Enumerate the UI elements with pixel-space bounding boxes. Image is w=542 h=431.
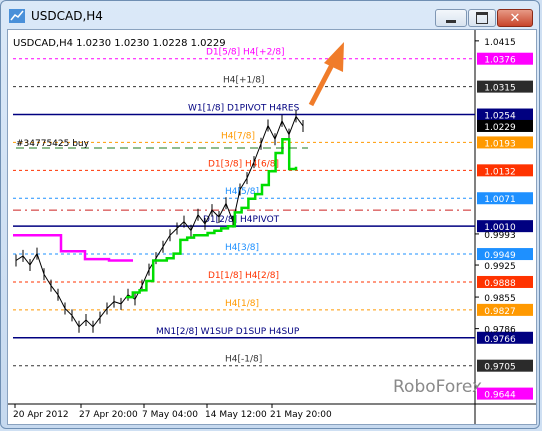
x-tick-label: 14 May 12:00 [205, 410, 267, 420]
maximize-icon [476, 12, 488, 24]
price-badge-label: 1.0229 [484, 123, 516, 133]
close-icon: ✕ [509, 10, 521, 26]
title-bar[interactable]: USDCAD,H4 ✕ [1, 1, 541, 31]
minimize-button[interactable] [435, 9, 467, 27]
x-tick-label: 20 Apr 2012 [13, 410, 69, 420]
y-tick-label: 0.9925 [484, 262, 516, 272]
minimize-icon [446, 19, 456, 23]
chart-app-icon [9, 9, 25, 23]
y-tick-label: 0.9786 [484, 326, 516, 336]
price-badge-label: 0.9766 [484, 335, 516, 345]
price-badge-label: 1.0071 [484, 195, 516, 205]
price-badge-label: 0.9705 [484, 363, 516, 373]
chart-area[interactable]: USDCAD,H4 1.0230 1.0230 1.0228 1.0229 D1… [7, 29, 537, 425]
level-label-5: H4[5/8] [225, 187, 259, 197]
level-label-2: W1[1/8] D1PIVOT H4RES [188, 104, 300, 114]
roboforex-watermark: RoboForex [393, 377, 482, 397]
chart-window: USDCAD,H4 ✕ USDCAD,H4 1.0230 1.0230 1.02… [0, 0, 540, 429]
symbol-info: USDCAD,H4 1.0230 1.0230 1.0228 1.0229 [13, 38, 226, 49]
price-badge-label: 1.0132 [484, 167, 516, 177]
price-badge-label: 0.9827 [484, 307, 516, 317]
level-label-1: H4[+1/8] [223, 76, 265, 86]
close-button[interactable]: ✕ [497, 9, 533, 27]
price-chart[interactable]: USDCAD,H4 1.0230 1.0230 1.0228 1.0229 D1… [8, 30, 536, 424]
level-label-8: D1[1/8] H4[2/8] [208, 271, 279, 281]
x-tick-label: 7 May 04:00 [142, 410, 198, 420]
order-label: #34775425 buy [16, 139, 90, 149]
price-badge-label: 0.9888 [484, 279, 516, 289]
maximize-button[interactable] [468, 9, 496, 27]
window-title: USDCAD,H4 [31, 9, 103, 23]
level-label-11: H4[-1/8] [225, 355, 262, 365]
level-label-10: MN1[2/8] W1SUP D1SUP H4SUP [156, 327, 300, 337]
x-tick-label: 21 May 20:00 [270, 410, 332, 420]
level-label-7: H4[3/8] [225, 243, 259, 253]
level-label-9: H4[1/8] [225, 299, 259, 309]
y-tick-label: 0.9993 [484, 231, 516, 241]
y-tick-label: 0.9855 [484, 294, 516, 304]
price-badge-label: 1.0315 [484, 84, 516, 94]
price-badge-label: 0.9949 [484, 251, 516, 261]
level-label-4: D1[3/8] H4[6/8] [208, 159, 279, 169]
level-label-0: D1[5/8] H4[+2/8] [206, 48, 285, 58]
price-badge-label: 0.9644 [484, 391, 516, 401]
price-badge-label: 1.0376 [484, 56, 516, 66]
level-label-3: H4[7/8] [221, 131, 255, 141]
price-badge-label: 1.0193 [484, 139, 516, 149]
y-tick-label: 1.0415 [484, 38, 516, 48]
x-tick-label: 27 Apr 20:00 [79, 410, 138, 420]
level-label-6: D1[2/8] H4PIVOT [203, 215, 280, 225]
